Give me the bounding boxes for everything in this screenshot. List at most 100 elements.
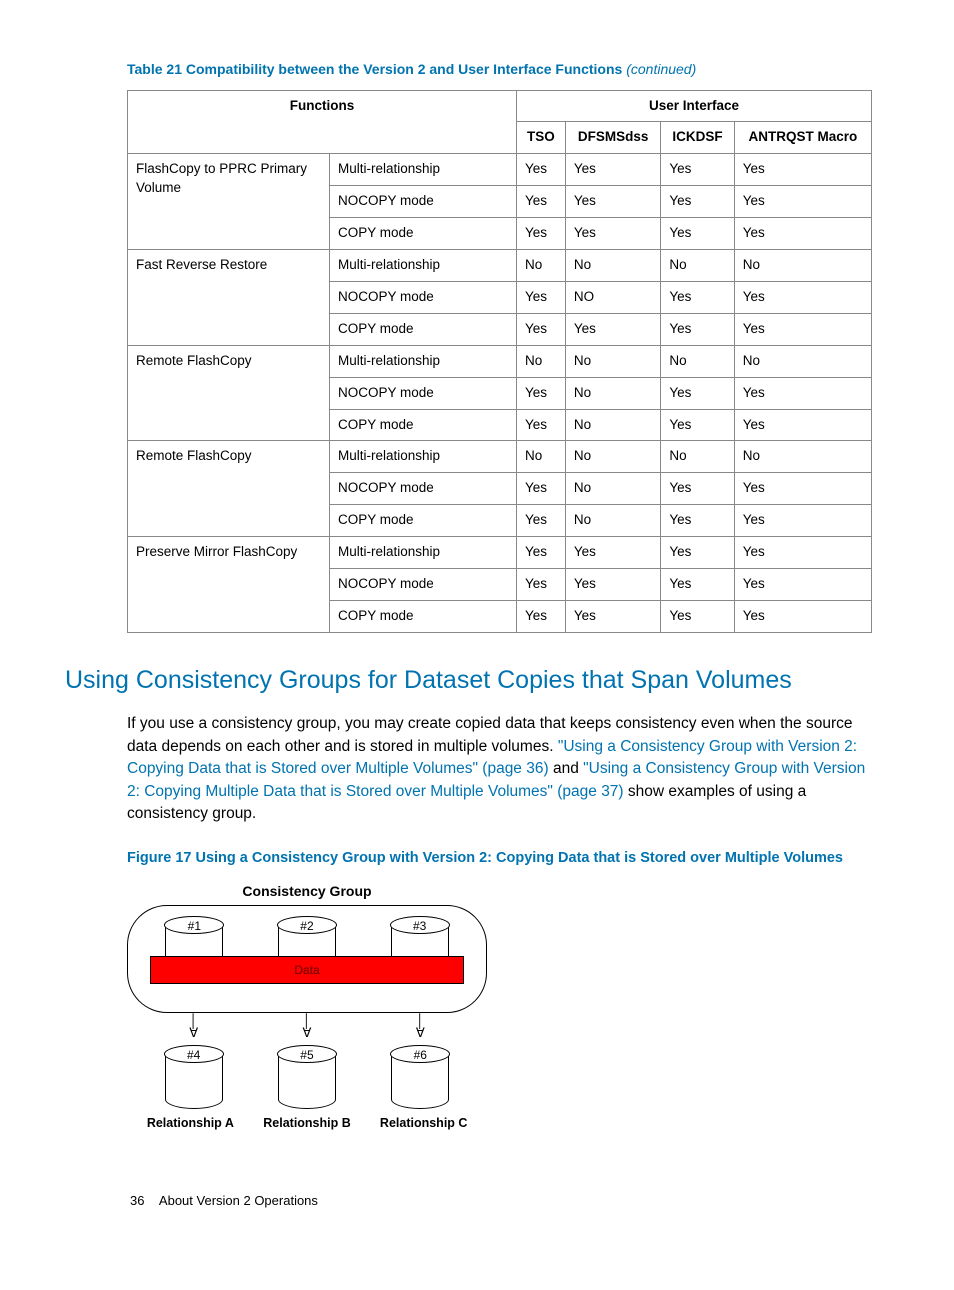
cylinder-6: #6 — [391, 1045, 449, 1109]
figure-caption: Figure 17 Using a Consistency Group with… — [127, 848, 874, 868]
value-cell: No — [565, 250, 661, 282]
value-cell: No — [734, 441, 871, 473]
mode-cell: Multi-relationship — [330, 537, 517, 569]
table-row: FlashCopy to PPRC Primary VolumeMulti-re… — [128, 154, 872, 186]
table-row: Fast Reverse RestoreMulti-relationshipNo… — [128, 250, 872, 282]
value-cell: Yes — [517, 505, 566, 537]
section-heading: Using Consistency Groups for Dataset Cop… — [65, 663, 874, 698]
table-caption: Table 21 Compatibility between the Versi… — [127, 60, 874, 80]
value-cell: Yes — [565, 218, 661, 250]
cylinder-5: #5 — [278, 1045, 336, 1109]
table-row: Remote FlashCopyMulti-relationshipNoNoNo… — [128, 345, 872, 377]
consistency-group-box: #1 #2 #3 Data — [127, 905, 487, 1013]
para-mid: and — [549, 760, 583, 777]
relationship-labels: Relationship A Relationship B Relationsh… — [127, 1115, 487, 1133]
table-row: Preserve Mirror FlashCopyMulti-relations… — [128, 537, 872, 569]
footer-title: About Version 2 Operations — [159, 1193, 318, 1208]
value-cell: Yes — [734, 218, 871, 250]
th-ickdsf: ICKDSF — [661, 122, 734, 154]
value-cell: No — [734, 345, 871, 377]
relationship-b: Relationship B — [249, 1115, 366, 1133]
mode-cell: Multi-relationship — [330, 154, 517, 186]
value-cell: Yes — [661, 186, 734, 218]
value-cell: Yes — [661, 600, 734, 632]
value-cell: No — [565, 473, 661, 505]
value-cell: Yes — [517, 154, 566, 186]
func-cell: FlashCopy to PPRC Primary Volume — [128, 154, 330, 250]
value-cell: Yes — [565, 537, 661, 569]
value-cell: Yes — [661, 313, 734, 345]
mode-cell: Multi-relationship — [330, 250, 517, 282]
data-bar: Data — [150, 956, 464, 984]
caption-text: Table 21 Compatibility between the Versi… — [127, 61, 622, 77]
value-cell: Yes — [734, 568, 871, 600]
func-cell: Remote FlashCopy — [128, 345, 330, 441]
value-cell: Yes — [661, 409, 734, 441]
value-cell: Yes — [517, 409, 566, 441]
body-paragraph: If you use a consistency group, you may … — [127, 713, 874, 825]
value-cell: No — [565, 377, 661, 409]
mode-cell: COPY mode — [330, 218, 517, 250]
value-cell: No — [734, 250, 871, 282]
value-cell: Yes — [565, 600, 661, 632]
value-cell: Yes — [661, 473, 734, 505]
value-cell: Yes — [661, 568, 734, 600]
value-cell: No — [661, 345, 734, 377]
value-cell: Yes — [517, 377, 566, 409]
arrow-icon: │∀ — [391, 1015, 449, 1038]
func-cell: Remote FlashCopy — [128, 441, 330, 537]
func-cell: Fast Reverse Restore — [128, 250, 330, 346]
value-cell: Yes — [517, 600, 566, 632]
value-cell: Yes — [734, 313, 871, 345]
arrow-icon: │∀ — [165, 1015, 223, 1038]
page-footer: 36 About Version 2 Operations — [130, 1192, 318, 1210]
value-cell: Yes — [661, 218, 734, 250]
th-antrqst: ANTRQST Macro — [734, 122, 871, 154]
value-cell: No — [565, 409, 661, 441]
value-cell: Yes — [734, 505, 871, 537]
mode-cell: Multi-relationship — [330, 345, 517, 377]
mode-cell: NOCOPY mode — [330, 473, 517, 505]
page-number: 36 — [130, 1193, 144, 1208]
mode-cell: NOCOPY mode — [330, 568, 517, 600]
value-cell: Yes — [661, 505, 734, 537]
arrow-icon: │∀ — [278, 1015, 336, 1038]
value-cell: No — [517, 250, 566, 282]
mode-cell: COPY mode — [330, 313, 517, 345]
value-cell: Yes — [734, 281, 871, 313]
value-cell: No — [565, 441, 661, 473]
mode-cell: COPY mode — [330, 409, 517, 441]
value-cell: Yes — [734, 409, 871, 441]
value-cell: Yes — [565, 568, 661, 600]
cylinder-4: #4 — [165, 1045, 223, 1109]
value-cell: No — [661, 250, 734, 282]
th-tso: TSO — [517, 122, 566, 154]
arrows: │∀ │∀ │∀ — [127, 1015, 487, 1038]
th-dfsmsdss: DFSMSdss — [565, 122, 661, 154]
figure-17: Consistency Group #1 #2 #3 Data │∀ │∀ │∀… — [127, 882, 487, 1132]
table-row: Remote FlashCopyMulti-relationshipNoNoNo… — [128, 441, 872, 473]
relationship-a: Relationship A — [132, 1115, 249, 1133]
value-cell: NO — [565, 281, 661, 313]
caption-continued: (continued) — [626, 61, 696, 77]
mode-cell: Multi-relationship — [330, 441, 517, 473]
value-cell: Yes — [517, 568, 566, 600]
value-cell: Yes — [517, 218, 566, 250]
value-cell: Yes — [734, 473, 871, 505]
value-cell: Yes — [734, 154, 871, 186]
mode-cell: NOCOPY mode — [330, 186, 517, 218]
mode-cell: COPY mode — [330, 505, 517, 537]
value-cell: Yes — [517, 473, 566, 505]
value-cell: Yes — [661, 281, 734, 313]
value-cell: No — [517, 345, 566, 377]
value-cell: Yes — [517, 281, 566, 313]
mode-cell: NOCOPY mode — [330, 377, 517, 409]
value-cell: Yes — [661, 154, 734, 186]
value-cell: Yes — [734, 600, 871, 632]
mode-cell: COPY mode — [330, 600, 517, 632]
value-cell: Yes — [517, 537, 566, 569]
value-cell: Yes — [565, 313, 661, 345]
value-cell: Yes — [565, 186, 661, 218]
consistency-group-title: Consistency Group — [127, 882, 487, 902]
value-cell: Yes — [517, 313, 566, 345]
